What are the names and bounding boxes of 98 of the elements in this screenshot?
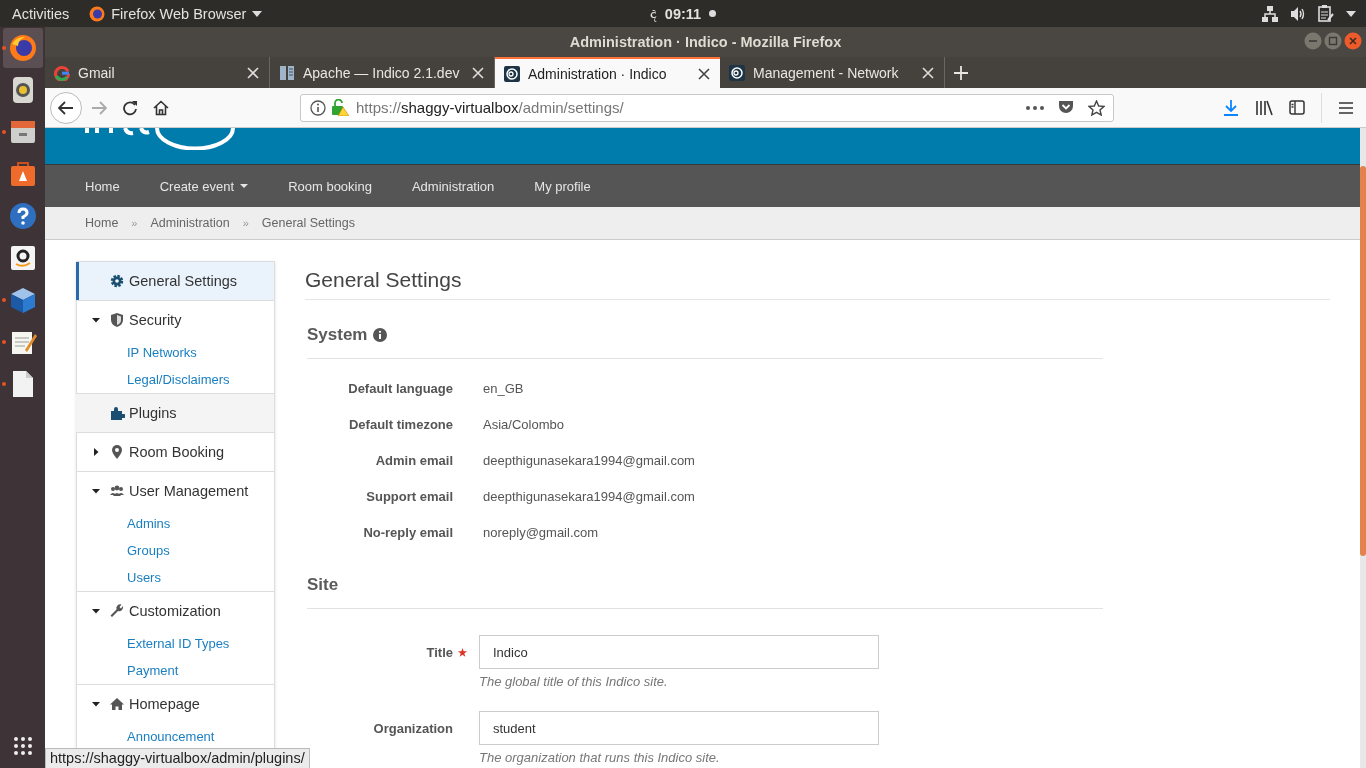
sidebar-link[interactable]: Groups	[77, 537, 274, 564]
nav-link[interactable]: Room booking	[268, 178, 392, 194]
sidebar-link[interactable]: IP Networks	[77, 339, 274, 366]
help-text: The organization that runs this Indico site.	[479, 750, 721, 766]
field-value: en_GB	[483, 380, 524, 396]
sidebar-icon[interactable]	[1289, 100, 1305, 115]
back-button[interactable]	[50, 91, 82, 124]
window-title: Administration · Indico - Mozilla Firefox	[569, 34, 842, 50]
breadcrumb-link[interactable]: Administration	[150, 216, 230, 230]
breadcrumb-current: General Settings	[261, 216, 355, 230]
activities-button[interactable]: Activities	[12, 5, 70, 22]
field-label: Title	[425, 644, 453, 660]
app-grid-icon[interactable]	[12, 736, 33, 756]
input-field[interactable]: Indico	[479, 635, 879, 669]
plus-icon[interactable]	[953, 64, 969, 81]
more-icon[interactable]	[1026, 105, 1044, 110]
nav-link[interactable]: My profile	[514, 178, 611, 194]
wrench-icon	[109, 603, 125, 619]
caret-icon[interactable]	[252, 10, 263, 17]
home-icon	[109, 696, 125, 712]
page-title: General Settings	[305, 261, 1330, 300]
caret-icon[interactable]	[92, 316, 100, 324]
sidebar-item[interactable]: Plugins	[76, 394, 274, 432]
field-value: Asia/Colombo	[483, 416, 564, 432]
nav-link[interactable]: Create event	[139, 178, 269, 194]
field-value: deepthigunasekara1994@gmail.com	[483, 488, 695, 504]
sidebar-link[interactable]: External ID Types	[77, 630, 274, 657]
download-icon[interactable]	[1223, 99, 1239, 116]
columns-icon	[279, 64, 295, 81]
address-bar[interactable]: https://shaggy-virtualbox/admin/settings/	[300, 93, 1114, 122]
notification-dot-icon	[709, 10, 717, 17]
lock-warning-icon[interactable]	[331, 99, 349, 116]
nav-link[interactable]: Administration	[391, 178, 515, 194]
sidebar-item[interactable]: Security	[76, 301, 274, 339]
cube-icon	[8, 286, 37, 314]
info-icon[interactable]	[310, 99, 326, 116]
field-value: noreply@gmail.com	[483, 524, 599, 540]
network-icon[interactable]	[1262, 5, 1278, 22]
sidebar-link[interactable]: Legal/Disclaimers	[77, 366, 274, 393]
pocket-icon[interactable]	[1058, 100, 1074, 115]
field-label: Organization	[372, 720, 453, 736]
sidebar-link[interactable]: Admins	[77, 510, 274, 537]
scrollbar[interactable]	[1360, 128, 1366, 768]
volume-icon[interactable]	[1290, 5, 1306, 22]
sidebar-item[interactable]: Customization	[76, 592, 274, 630]
input-field[interactable]: student	[479, 711, 879, 745]
star-icon[interactable]	[1088, 99, 1105, 116]
clipboard-icon[interactable]	[1318, 5, 1334, 22]
document-icon	[10, 370, 35, 398]
shield-icon	[109, 312, 125, 328]
caret-icon	[240, 184, 249, 188]
clock[interactable]: 09:11	[664, 5, 702, 22]
reload-icon[interactable]	[122, 99, 138, 116]
gear-icon	[109, 273, 125, 289]
close-icon[interactable]	[698, 67, 710, 80]
caret-icon[interactable]	[92, 700, 100, 708]
sidebar-item[interactable]: Homepage	[76, 685, 274, 723]
sidebar-link[interactable]: Announcement	[77, 723, 274, 750]
breadcrumb-link[interactable]: Home	[85, 216, 119, 230]
help-icon	[8, 202, 37, 230]
puzzle-icon	[109, 405, 125, 421]
pin-icon	[109, 444, 125, 460]
breadcrumb-separator: »	[242, 217, 249, 229]
library-icon[interactable]	[1255, 99, 1273, 116]
help-text: The global title of this Indico site.	[479, 674, 669, 690]
file-cabinet-icon	[8, 118, 37, 146]
arrow-left-icon	[58, 100, 74, 115]
field-label: Default language	[347, 380, 453, 396]
field-value: deepthigunasekara1994@gmail.com	[483, 452, 695, 468]
launcher-button[interactable]	[2, 28, 43, 68]
input-indicator[interactable]: ද	[649, 5, 657, 22]
field-label: Admin email	[374, 452, 453, 468]
caret-icon[interactable]	[1346, 10, 1356, 17]
browser-tab[interactable]: Administration · Indico	[495, 57, 720, 88]
menu-icon[interactable]	[1338, 100, 1354, 115]
sidebar-link[interactable]: Users	[77, 564, 274, 591]
caret-icon[interactable]	[92, 448, 100, 456]
section-heading: Site	[307, 575, 339, 595]
info-icon[interactable]	[373, 328, 388, 342]
home-icon[interactable]	[153, 99, 169, 116]
caret-icon[interactable]	[92, 607, 100, 615]
maximize-icon[interactable]	[1324, 32, 1342, 50]
status-tooltip: https://shaggy-virtualbox/admin/plugins/	[45, 748, 310, 768]
field-label: Default timezone	[348, 416, 453, 432]
users-icon	[109, 483, 125, 499]
sidebar-item[interactable]: General Settings	[76, 262, 274, 300]
section-heading: System	[307, 325, 368, 345]
nav-link[interactable]: Home	[65, 178, 140, 194]
sidebar-link[interactable]: Payment	[77, 657, 274, 684]
app-menu[interactable]: Firefox Web Browser	[111, 5, 247, 22]
close-icon[interactable]	[1344, 32, 1362, 50]
field-label: Support email	[365, 488, 453, 504]
sidebar-item[interactable]: Room Booking	[76, 433, 274, 471]
caret-icon[interactable]	[92, 487, 100, 495]
breadcrumb-separator: »	[131, 217, 138, 229]
shopping-bag-icon	[8, 160, 37, 188]
sidebar-item[interactable]: User Management	[76, 472, 274, 510]
field-label: No-reply email	[362, 524, 453, 540]
